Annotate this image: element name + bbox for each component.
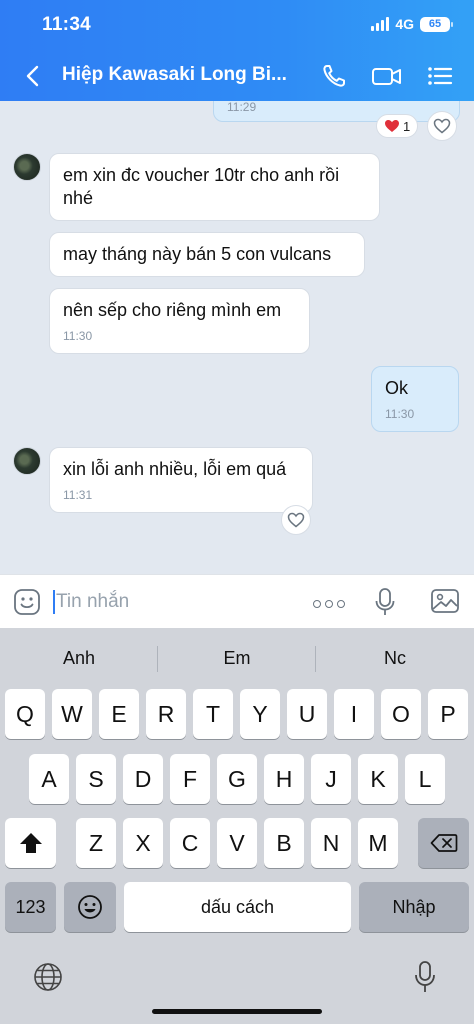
message-input[interactable]: Tin nhắn	[56, 591, 129, 613]
react-heart-button[interactable]	[281, 505, 311, 535]
chat-title[interactable]: Hiệp Kawasaki Long Bi...	[62, 64, 294, 86]
status-indicators: 4G 65	[371, 16, 453, 32]
key-y[interactable]: Y	[240, 689, 280, 739]
battery-icon: 65	[420, 16, 453, 32]
dictation-microphone-icon[interactable]	[413, 960, 437, 994]
key-c[interactable]: C	[170, 818, 210, 868]
network-type: 4G	[395, 16, 414, 32]
suggestion-item[interactable]: Nc	[316, 636, 474, 680]
heart-outline-icon	[433, 118, 451, 134]
space-key[interactable]: dấu cách	[124, 882, 351, 932]
key-u[interactable]: U	[287, 689, 327, 739]
more-options-icon[interactable]	[313, 600, 345, 608]
sticker-icon[interactable]	[12, 587, 42, 617]
key-o[interactable]: O	[381, 689, 421, 739]
video-call-icon[interactable]	[371, 62, 403, 90]
key-q[interactable]: Q	[5, 689, 45, 739]
message-time: 11:29	[227, 101, 257, 114]
heart-reaction-icon	[385, 120, 399, 132]
return-key[interactable]: Nhập	[359, 882, 469, 932]
sender-avatar[interactable]	[13, 447, 41, 475]
microphone-icon[interactable]	[374, 587, 396, 617]
message-text: Ok	[385, 378, 409, 398]
phone-call-icon[interactable]	[320, 62, 348, 90]
key-b[interactable]: B	[264, 818, 304, 868]
message-time: 11:30	[63, 329, 93, 343]
key-x[interactable]: X	[123, 818, 163, 868]
key-n[interactable]: N	[311, 818, 351, 868]
message-bubble-outgoing[interactable]: Ok 11:30	[371, 366, 459, 432]
key-z[interactable]: Z	[76, 818, 116, 868]
message-text: may tháng này bán 5 con vulcans	[63, 244, 332, 264]
globe-icon[interactable]	[33, 962, 63, 992]
signal-icon	[371, 17, 390, 31]
chat-header: 11:34 4G 65 Hiệp Kawasaki Long Bi...	[0, 0, 474, 101]
key-m[interactable]: M	[358, 818, 398, 868]
text-cursor	[53, 590, 55, 614]
message-bubble-incoming[interactable]: xin lỗi anh nhiều, lỗi em quá 11:31	[49, 447, 313, 513]
sender-avatar[interactable]	[13, 153, 41, 181]
message-composer: Tin nhắn	[0, 574, 474, 628]
backspace-key[interactable]	[418, 818, 469, 868]
key-f[interactable]: F	[170, 754, 210, 804]
message-bubble-outgoing[interactable]: 11:29	[213, 101, 460, 122]
key-j[interactable]: J	[311, 754, 351, 804]
suggestion-item[interactable]: Anh	[0, 636, 158, 680]
message-text: nên sếp cho riêng mình em	[63, 300, 282, 320]
message-text: xin lỗi anh nhiều, lỗi em quá	[63, 459, 287, 479]
backspace-icon	[430, 834, 457, 852]
message-time: 11:31	[63, 488, 93, 502]
key-l[interactable]: L	[405, 754, 445, 804]
key-i[interactable]: I	[334, 689, 374, 739]
message-bubble-incoming[interactable]: may tháng này bán 5 con vulcans	[49, 232, 365, 277]
key-d[interactable]: D	[123, 754, 163, 804]
key-t[interactable]: T	[193, 689, 233, 739]
key-e[interactable]: E	[99, 689, 139, 739]
emoji-key[interactable]	[64, 882, 116, 932]
shift-key[interactable]	[5, 818, 56, 868]
key-p[interactable]: P	[428, 689, 468, 739]
key-w[interactable]: W	[52, 689, 92, 739]
message-bubble-incoming[interactable]: em xin đc voucher 10tr cho anh rồi nhé	[49, 153, 380, 221]
home-indicator[interactable]	[152, 1009, 322, 1014]
key-h[interactable]: H	[264, 754, 304, 804]
status-time: 11:34	[42, 14, 92, 35]
emoji-icon	[78, 895, 102, 919]
reaction-pill[interactable]: 1	[376, 114, 419, 138]
key-r[interactable]: R	[146, 689, 186, 739]
message-time: 11:30	[385, 407, 415, 421]
heart-outline-icon	[287, 512, 305, 528]
numbers-key[interactable]: 123	[5, 882, 56, 932]
on-screen-keyboard: Anh Em Nc Q W E R T Y U I O P A S D F G …	[0, 628, 474, 1024]
image-icon[interactable]	[430, 587, 460, 615]
reaction-count: 1	[403, 118, 411, 134]
message-text: em xin đc voucher 10tr cho anh rồi nhé	[63, 165, 340, 208]
key-s[interactable]: S	[76, 754, 116, 804]
key-k[interactable]: K	[358, 754, 398, 804]
shift-arrow-icon	[19, 833, 42, 853]
suggestion-item[interactable]: Em	[158, 636, 316, 680]
key-a[interactable]: A	[29, 754, 69, 804]
menu-list-icon[interactable]	[426, 62, 454, 90]
message-bubble-incoming[interactable]: nên sếp cho riêng mình em 11:30	[49, 288, 310, 354]
key-g[interactable]: G	[217, 754, 257, 804]
battery-level: 65	[428, 18, 442, 30]
key-v[interactable]: V	[217, 818, 257, 868]
message-list[interactable]: 11:29 1 em xin đc voucher 10tr cho anh r…	[0, 101, 474, 574]
back-arrow-icon[interactable]	[22, 64, 44, 88]
react-heart-button[interactable]	[427, 111, 457, 141]
